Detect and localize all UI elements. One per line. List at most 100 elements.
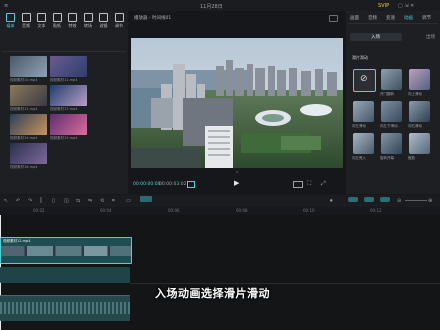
undo-icon[interactable]: ↶: [16, 198, 20, 204]
media-thumbnail[interactable]: [10, 114, 47, 135]
delete-icon[interactable]: ▯: [52, 198, 55, 204]
zoom-out-icon[interactable]: ⊖: [397, 198, 401, 204]
subtab-in[interactable]: 入场: [350, 33, 402, 41]
animation-option[interactable]: [353, 133, 374, 154]
toolbar-item-effects[interactable]: 特效: [65, 13, 80, 29]
app-menu-icon[interactable]: ≡: [4, 3, 8, 9]
audio-clip[interactable]: [0, 295, 130, 321]
collapse-icon[interactable]: ⌃: [235, 171, 239, 177]
play-icon[interactable]: ▶: [234, 179, 239, 187]
media-caption: 视频素材10.mp4: [10, 78, 38, 82]
media-thumbnail[interactable]: [50, 56, 87, 77]
animation-caption: 向右滑动: [408, 124, 422, 128]
video-clip-selected[interactable]: 视频素材12.mp4: [0, 237, 132, 264]
zoom-slider[interactable]: [405, 200, 427, 201]
timecode-icon[interactable]: [187, 181, 195, 188]
animation-option[interactable]: [381, 133, 402, 154]
animation-option[interactable]: [409, 101, 430, 122]
toolbar-item-label: 贴纸: [53, 23, 61, 28]
media-panel: 媒体 音频 文本 贴纸 特效 转场 滤镜 调节 视频素材10.mp4 视频素材11.mp4 视频素…: [0, 11, 128, 194]
animation-option[interactable]: [381, 101, 402, 122]
sticker-icon: [52, 13, 62, 22]
media-thumbnail[interactable]: [10, 143, 47, 164]
clip-label: 视频素材12.mp4: [3, 239, 31, 243]
timeline-ruler[interactable]: 00:02 00:04 00:06 00:08 00:10 00:12: [0, 207, 440, 215]
ruler-tick: 00:08: [236, 208, 248, 213]
animation-caption: 向左下滑动: [380, 124, 398, 128]
ratio-icon[interactable]: [293, 181, 303, 188]
window-controls-icon[interactable]: ▢ ⇲ ✕: [398, 3, 414, 9]
redo-icon[interactable]: ↷: [28, 198, 32, 204]
adjust-icon: [114, 13, 124, 22]
animation-option[interactable]: [353, 101, 374, 122]
timeline-toolbar: ↖ ↶ ↷ ⫿ ▯ ◫ ⇆ ⇋ ⟲ ⌗ ▭ ⏺ ⊖ ⊕: [0, 195, 440, 207]
media-caption: 视频素材14.mp4: [10, 136, 38, 140]
rotate-icon[interactable]: ⟲: [100, 198, 104, 204]
snap-toggle-icon[interactable]: [364, 197, 374, 202]
reverse-icon[interactable]: ⇆: [76, 198, 80, 204]
tab-2[interactable]: 变速: [386, 15, 395, 21]
toolbar-item-label: 转场: [84, 23, 92, 28]
toolbar-item-audio[interactable]: 音频: [19, 13, 34, 29]
zoom-in-icon[interactable]: ⊕: [428, 198, 432, 204]
toolbar-item-media[interactable]: 媒体: [3, 13, 18, 29]
fullscreen-icon[interactable]: ⛶: [307, 180, 311, 188]
mirror-icon[interactable]: ⇋: [88, 198, 92, 204]
toolbar-item-label: 特效: [68, 23, 77, 28]
fit-icon[interactable]: ▭: [126, 198, 131, 204]
mic-icon[interactable]: ⏺: [330, 198, 333, 204]
time-current: 00:00:00:00: [133, 182, 161, 187]
toolbar-item-adjust[interactable]: 调节: [112, 13, 127, 29]
divider: [130, 283, 440, 284]
video-clip[interactable]: [0, 267, 130, 283]
subtab-out[interactable]: 出场: [404, 33, 436, 41]
media-icon: [6, 13, 15, 22]
audio-icon: [21, 13, 31, 22]
menu-icon[interactable]: [329, 15, 338, 22]
media-thumbnail[interactable]: [10, 85, 47, 106]
animation-option[interactable]: [381, 69, 402, 90]
toolbar-item-filter[interactable]: 滤镜: [96, 13, 111, 29]
date-label: 11月28日: [200, 4, 223, 10]
expand-icon[interactable]: ⤢: [321, 180, 326, 188]
tab-3[interactable]: 动画: [404, 15, 413, 21]
toolbar-item-text[interactable]: 文本: [34, 13, 49, 29]
tab-1[interactable]: 音频: [368, 15, 377, 21]
toolbar-item-transition[interactable]: 转场: [81, 13, 96, 29]
animation-caption: 旋转开幕: [380, 156, 394, 160]
animation-caption: 开门翻转: [380, 92, 394, 96]
edit-tag-icon[interactable]: [140, 196, 152, 202]
media-caption: 视频素材13.mp4: [50, 107, 78, 111]
tab-4[interactable]: 调节: [422, 15, 431, 21]
section-label: 滑片滑动: [352, 55, 368, 60]
toolbar-item-sticker[interactable]: 贴纸: [50, 13, 65, 29]
split-icon[interactable]: ⫿: [40, 198, 42, 204]
ruler-tick: 00:10: [303, 208, 315, 213]
vip-badge[interactable]: SVIP: [378, 3, 389, 9]
animation-caption: 向上滑动: [408, 92, 422, 96]
media-caption: 视频素材16.mp4: [10, 165, 38, 169]
toolbar-item-label: 音频: [22, 23, 30, 28]
animation-option[interactable]: [409, 69, 430, 90]
animation-caption: 向左甩入: [352, 156, 366, 160]
media-caption: 视频素材15.mp4: [50, 136, 78, 140]
toolbar-item-label: 媒体: [6, 23, 15, 28]
timeline-tracks[interactable]: 视频素材12.mp4: [0, 215, 440, 330]
media-thumbnail[interactable]: [50, 85, 87, 106]
video-preview[interactable]: [131, 38, 343, 168]
subtitle-caption: 入场动画选择滑片滑动: [155, 287, 270, 300]
crop-icon[interactable]: ⌗: [112, 198, 115, 204]
title-bar: ≡ 11月28日 SVIP ▢ ⇲ ✕: [0, 0, 440, 11]
media-thumbnail[interactable]: [50, 114, 87, 135]
animation-option[interactable]: [409, 133, 430, 154]
media-thumbnail[interactable]: [10, 56, 47, 77]
preview-toggle-icon[interactable]: [380, 197, 390, 202]
text-icon: [37, 13, 46, 22]
freeze-icon[interactable]: ◫: [64, 198, 69, 204]
tab-0[interactable]: 画面: [350, 15, 359, 21]
select-tool-icon[interactable]: ↖: [4, 198, 8, 204]
clip-thumbnails: [1, 246, 131, 256]
link-toggle-icon[interactable]: [348, 197, 358, 202]
ruler-tick: 00:04: [100, 208, 112, 213]
no-animation-option[interactable]: ⊘: [353, 69, 376, 92]
